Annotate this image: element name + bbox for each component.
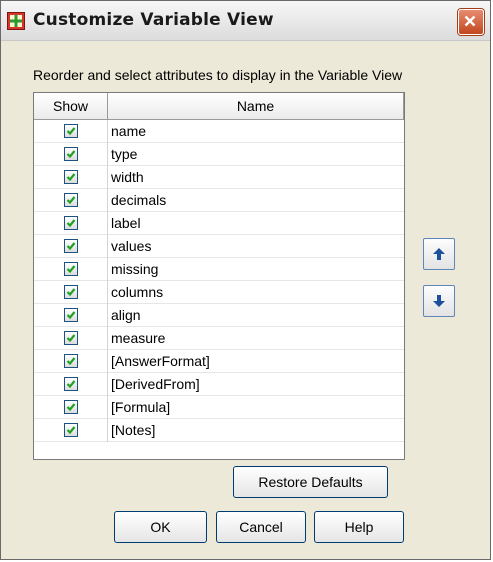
- attribute-name: missing: [111, 261, 159, 277]
- title-bar[interactable]: Customize Variable View: [1, 1, 490, 41]
- table-row[interactable]: type: [34, 142, 404, 166]
- dialog-title: Customize Variable View: [33, 10, 274, 30]
- table-row[interactable]: width: [34, 165, 404, 189]
- attribute-name: name: [111, 123, 147, 139]
- cancel-button[interactable]: Cancel: [216, 511, 306, 543]
- instruction-label: Reorder and select attributes to display…: [33, 67, 403, 83]
- close-button[interactable]: [458, 9, 484, 35]
- attribute-name: width: [111, 169, 144, 185]
- show-cell: [34, 257, 108, 281]
- show-cell: [34, 326, 108, 350]
- close-icon: [464, 15, 476, 27]
- show-checkbox[interactable]: [64, 353, 78, 368]
- arrow-up-icon: [433, 248, 445, 260]
- show-cell: [34, 142, 108, 166]
- table-row[interactable]: measure: [34, 326, 404, 350]
- table-row[interactable]: [AnswerFormat]: [34, 349, 404, 373]
- checkmark-icon: [66, 379, 76, 388]
- checkmark-icon: [66, 356, 76, 365]
- show-cell: [34, 165, 108, 189]
- table-header: Show Name: [34, 93, 404, 120]
- show-checkbox[interactable]: [64, 123, 78, 138]
- column-header-name[interactable]: Name: [108, 93, 404, 119]
- show-cell: [34, 280, 108, 304]
- table-row[interactable]: [Notes]: [34, 418, 404, 442]
- attribute-name: values: [111, 238, 152, 254]
- table-row[interactable]: columns: [34, 280, 404, 304]
- show-checkbox[interactable]: [64, 376, 78, 391]
- table-row[interactable]: label: [34, 211, 404, 235]
- show-cell: [34, 303, 108, 327]
- show-checkbox[interactable]: [64, 192, 78, 207]
- attribute-name: type: [111, 146, 138, 162]
- show-cell: [34, 119, 108, 143]
- customize-variable-view-dialog: Customize Variable View Reorder and sele…: [0, 0, 491, 560]
- checkmark-icon: [66, 241, 76, 250]
- show-checkbox[interactable]: [64, 422, 78, 437]
- attribute-name: measure: [111, 330, 166, 346]
- column-header-show[interactable]: Show: [34, 93, 108, 119]
- attribute-name: align: [111, 307, 141, 323]
- table-row[interactable]: missing: [34, 257, 404, 281]
- checkmark-icon: [66, 425, 76, 434]
- spss-dialog-icon: [7, 12, 25, 30]
- checkmark-icon: [66, 333, 76, 342]
- table-row[interactable]: align: [34, 303, 404, 327]
- attribute-name: [AnswerFormat]: [111, 353, 210, 369]
- attributes-table: Show Name name type width decimals label valu…: [33, 92, 405, 460]
- show-checkbox[interactable]: [64, 215, 78, 230]
- show-checkbox[interactable]: [64, 238, 78, 253]
- attribute-name: [DerivedFrom]: [111, 376, 200, 392]
- show-checkbox[interactable]: [64, 169, 78, 184]
- show-cell: [34, 395, 108, 419]
- checkmark-icon: [66, 287, 76, 296]
- show-checkbox[interactable]: [64, 261, 78, 276]
- help-button[interactable]: Help: [314, 511, 404, 543]
- checkmark-icon: [66, 218, 76, 227]
- table-row[interactable]: [Formula]: [34, 395, 404, 419]
- restore-defaults-button[interactable]: Restore Defaults: [233, 466, 388, 498]
- ok-button[interactable]: OK: [114, 511, 207, 543]
- table-row[interactable]: name: [34, 119, 404, 143]
- table-body: name type width decimals label values missing c…: [34, 119, 404, 442]
- table-row[interactable]: [DerivedFrom]: [34, 372, 404, 396]
- show-cell: [34, 418, 108, 442]
- checkmark-icon: [66, 195, 76, 204]
- table-row[interactable]: values: [34, 234, 404, 258]
- attribute-name: [Formula]: [111, 399, 171, 415]
- move-down-button[interactable]: [423, 285, 455, 317]
- table-row[interactable]: decimals: [34, 188, 404, 212]
- arrow-down-icon: [433, 295, 445, 307]
- attribute-name: columns: [111, 284, 164, 300]
- show-checkbox[interactable]: [64, 399, 78, 414]
- checkmark-icon: [66, 402, 76, 411]
- attribute-name: label: [111, 215, 141, 231]
- attribute-name: decimals: [111, 192, 167, 208]
- show-cell: [34, 349, 108, 373]
- show-cell: [34, 188, 108, 212]
- show-cell: [34, 372, 108, 396]
- show-checkbox[interactable]: [64, 284, 78, 299]
- checkmark-icon: [66, 310, 76, 319]
- move-up-button[interactable]: [423, 238, 455, 270]
- checkmark-icon: [66, 149, 76, 158]
- checkmark-icon: [66, 264, 76, 273]
- show-checkbox[interactable]: [64, 330, 78, 345]
- checkmark-icon: [66, 126, 76, 135]
- show-cell: [34, 234, 108, 258]
- checkmark-icon: [66, 172, 76, 181]
- show-checkbox[interactable]: [64, 146, 78, 161]
- show-cell: [34, 211, 108, 235]
- attribute-name: [Notes]: [111, 422, 156, 438]
- show-checkbox[interactable]: [64, 307, 78, 322]
